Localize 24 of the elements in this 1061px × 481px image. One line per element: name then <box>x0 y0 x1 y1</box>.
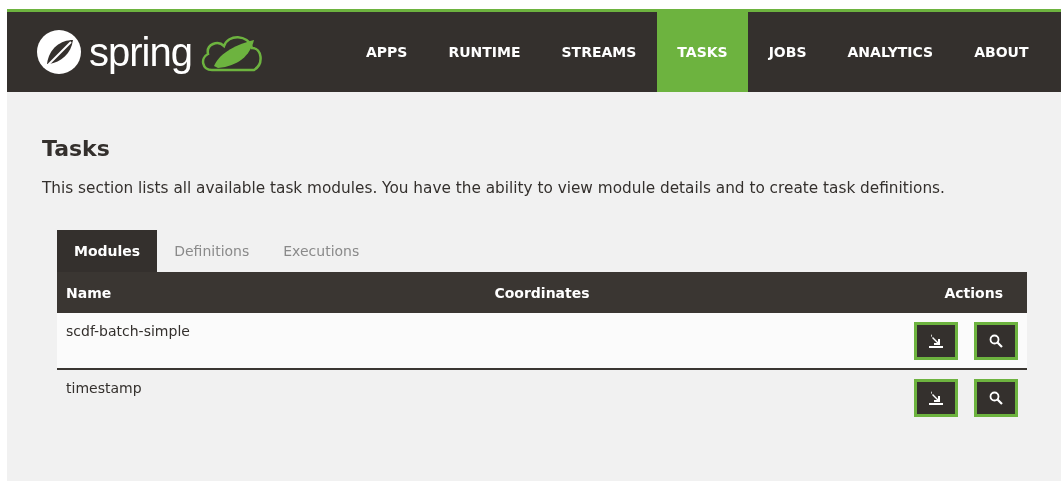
search-button[interactable] <box>974 379 1018 417</box>
column-header: Actions <box>943 284 1004 301</box>
nav-tab[interactable]: ABOUT <box>953 12 1049 92</box>
nav-tab[interactable]: JOBS <box>748 12 828 92</box>
page-description: This section lists all available task modules. You have the ability to view module details and to create task definitions. <box>42 179 946 197</box>
search-icon <box>989 334 1003 348</box>
column-header: Coordinates <box>493 284 591 301</box>
logo-text: spring <box>89 29 192 75</box>
arrow-tray-icon <box>928 390 944 406</box>
module-name: scdf-batch-simple <box>65 322 191 341</box>
search-icon <box>989 391 1003 405</box>
nav-tab[interactable]: APPS <box>345 12 428 92</box>
launch-button[interactable] <box>914 379 958 417</box>
launch-button[interactable] <box>914 322 958 360</box>
tab[interactable]: Modules <box>57 230 158 272</box>
page-title: Tasks <box>42 136 111 161</box>
leaf-logo-icon <box>35 28 83 76</box>
module-name: timestamp <box>65 379 143 398</box>
nav-tab[interactable]: ANALYTICS <box>827 12 954 92</box>
nav-tab[interactable]: STREAMS <box>541 12 657 92</box>
arrow-tray-icon <box>928 333 944 349</box>
search-button[interactable] <box>974 322 1018 360</box>
nav-tab[interactable]: RUNTIME <box>427 12 541 92</box>
column-header: Name <box>65 284 113 301</box>
